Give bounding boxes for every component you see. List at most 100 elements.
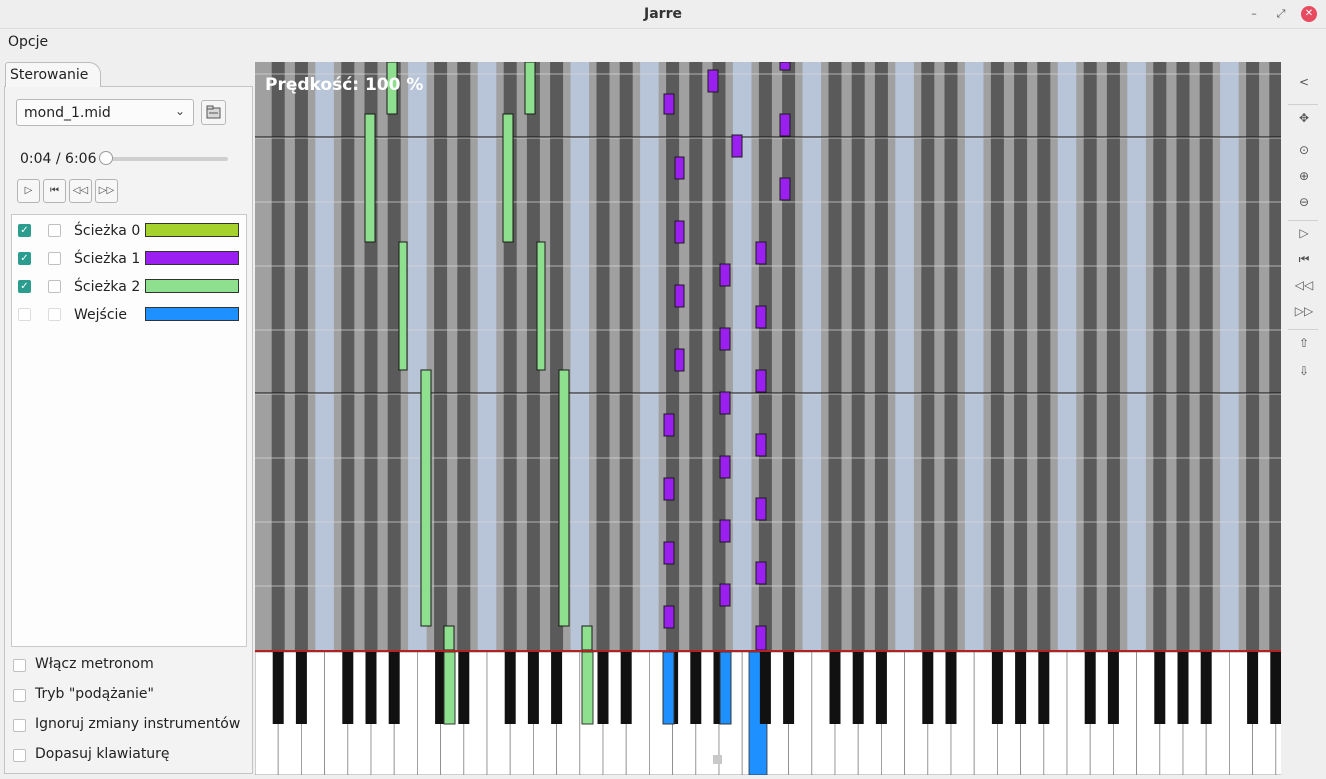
zoom-out-icon[interactable]: ⊖ [1294, 192, 1314, 212]
black-key [504, 652, 516, 724]
black-key [1084, 652, 1096, 724]
roll-black-column [596, 62, 610, 650]
roll-black-column [619, 62, 633, 650]
note-block [719, 391, 731, 415]
roll-black-column [1153, 62, 1167, 650]
highlighted-key [662, 652, 675, 725]
menu-options[interactable]: Opcje [8, 34, 48, 50]
open-file-button[interactable] [201, 100, 226, 125]
step-forward-icon[interactable]: ▷▷ [1294, 301, 1314, 321]
black-key [295, 652, 307, 724]
note-block [779, 62, 791, 71]
folder-icon [206, 105, 221, 119]
track-color-swatch[interactable] [145, 223, 239, 237]
track-solo-checkbox[interactable] [48, 308, 61, 321]
track-enabled-checkbox[interactable]: ✓ [18, 252, 31, 265]
roll-pale-column [477, 62, 497, 650]
note-block [755, 369, 767, 393]
roll-pale-column [1220, 62, 1239, 650]
highlighted-key [719, 652, 732, 725]
roll-black-column [457, 62, 471, 650]
note-block [719, 455, 731, 479]
highlighted-key [443, 652, 456, 725]
black-key [1247, 652, 1259, 724]
note-block [663, 93, 675, 115]
maximize-icon[interactable]: ⤢ [1273, 6, 1289, 22]
roll-black-column [341, 62, 355, 650]
track-solo-checkbox[interactable] [48, 280, 61, 293]
position-slider-handle[interactable] [99, 151, 113, 165]
note-block [755, 625, 767, 650]
track-color-swatch[interactable] [145, 251, 239, 265]
note-block [536, 241, 546, 371]
note-block [443, 625, 455, 650]
track-color-swatch[interactable] [145, 279, 239, 293]
toolbar-divider [1288, 329, 1318, 330]
note-block [707, 69, 719, 93]
note-block [674, 220, 685, 244]
black-key [527, 652, 539, 724]
note-block [420, 369, 432, 627]
roll-black-column [828, 62, 842, 650]
position-slider[interactable] [106, 157, 228, 161]
track-row: Wejście [12, 300, 246, 328]
track-solo-checkbox[interactable] [48, 252, 61, 265]
arrow-down-icon[interactable]: ⇩ [1294, 361, 1314, 381]
roll-pale-column [640, 62, 659, 650]
piano-roll-canvas[interactable] [255, 62, 1281, 650]
note-block [755, 561, 767, 585]
black-key [458, 652, 470, 724]
follow-checkbox[interactable] [13, 689, 26, 702]
time-display: 0:04 / 6:06 [20, 151, 97, 167]
minimize-icon[interactable]: – [1246, 6, 1262, 22]
step-back-button[interactable]: ◁◁ [69, 179, 92, 203]
roll-black-column [1199, 62, 1213, 650]
roll-black-column [689, 62, 703, 650]
track-enabled-checkbox[interactable]: ✓ [18, 280, 31, 293]
zoom-fit-icon[interactable]: ⊙ [1294, 140, 1314, 160]
zoom-in-icon[interactable]: ⊕ [1294, 166, 1314, 186]
note-block [755, 433, 767, 457]
play-icon[interactable]: ▷ [1294, 223, 1314, 243]
note-block [755, 241, 767, 265]
play-button[interactable]: ▷ [17, 179, 40, 203]
metronome-checkbox[interactable] [13, 659, 26, 672]
black-key [922, 652, 934, 724]
note-block [558, 369, 570, 627]
piano-keyboard[interactable] [255, 650, 1281, 775]
black-key [1038, 652, 1050, 724]
roll-pale-column [1127, 62, 1146, 650]
black-key [759, 652, 771, 724]
close-icon[interactable]: ✕ [1301, 6, 1317, 22]
note-block [674, 348, 685, 372]
rewind-start-icon[interactable]: ⏮ [1294, 249, 1314, 269]
rewind-start-button[interactable]: ⏮ [43, 179, 66, 203]
ignore-instruments-checkbox[interactable] [13, 719, 26, 732]
black-key [620, 652, 632, 724]
keyboard-canvas[interactable] [255, 652, 1281, 775]
collapse-icon[interactable]: < [1294, 72, 1314, 92]
note-block [364, 113, 376, 243]
file-select[interactable]: mond_1.mid ⌄ [16, 99, 194, 126]
chevron-down-icon: ⌄ [174, 104, 185, 118]
fit-keyboard-checkbox[interactable] [13, 749, 26, 762]
arrow-up-icon[interactable]: ⇧ [1294, 333, 1314, 353]
roll-pale-column [315, 62, 334, 650]
track-name: Wejście [74, 307, 128, 323]
track-color-swatch[interactable] [145, 307, 239, 321]
black-key [1270, 652, 1281, 724]
note-block [731, 134, 743, 158]
step-back-icon[interactable]: ◁◁ [1294, 275, 1314, 295]
roll-black-column [294, 62, 308, 650]
piano-roll[interactable] [255, 62, 1281, 650]
move-icon[interactable]: ✥ [1294, 108, 1314, 128]
tab-control[interactable]: Sterowanie [5, 62, 101, 87]
step-forward-button[interactable]: ▷▷ [95, 179, 118, 203]
note-block [674, 284, 685, 308]
track-enabled-checkbox[interactable]: ✓ [18, 224, 31, 237]
note-block [663, 413, 675, 437]
rewind-start-icon: ⏮ [50, 185, 59, 196]
track-solo-checkbox[interactable] [48, 224, 61, 237]
track-enabled-checkbox[interactable] [18, 308, 31, 321]
step-forward-icon: ▷▷ [98, 185, 115, 196]
